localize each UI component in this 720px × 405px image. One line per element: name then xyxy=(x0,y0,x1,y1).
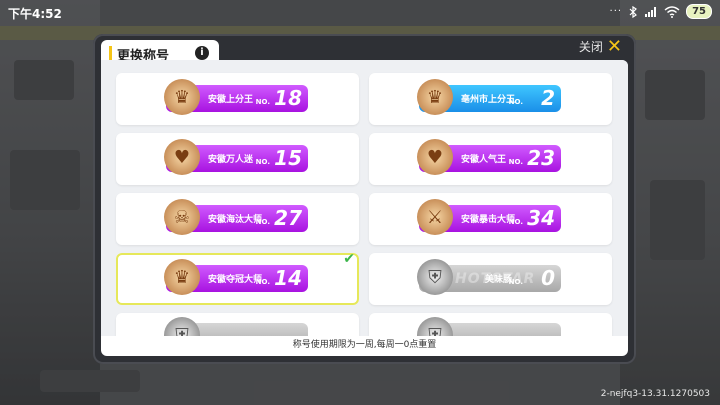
rank-prefix: NO. xyxy=(255,98,270,106)
title-accent-bar xyxy=(109,46,112,60)
title-badge: ⛨ xyxy=(417,317,561,336)
crown-icon: ♛ xyxy=(164,79,200,115)
title-badge: ⚔ 安徽暴击大师 NO. 34 xyxy=(417,199,561,235)
crown-icon: ♛ xyxy=(417,79,453,115)
title-card[interactable]: ♛ 安徽上分王 NO. 18 xyxy=(116,73,359,125)
title-card[interactable]: ♥ 安徽万人迷 NO. 15 xyxy=(116,133,359,185)
title-grid[interactable]: ♛ 安徽上分王 NO. 18 ♛ 亳州市上分王 NO. 2 ♥ 安徽万人迷 NO… xyxy=(101,60,628,336)
checkmark-icon: ✔ xyxy=(343,251,355,267)
title-card[interactable]: ⛨ xyxy=(369,313,612,336)
rank-prefix: NO. xyxy=(508,278,523,286)
title-name: 安徽夺冠大师 xyxy=(208,275,263,285)
title-badge: ♛ 亳州市上分王 NO. 2 xyxy=(417,79,561,115)
rank-number: 0 xyxy=(541,266,555,290)
title-card-selected[interactable]: ✔ ♛ 安徽夺冠大师 NO. 14 xyxy=(116,251,359,305)
title-name: 安徽海汰大师 xyxy=(208,215,263,225)
info-icon[interactable]: i xyxy=(195,46,209,60)
title-name: 安徽暴击大师 xyxy=(461,215,516,225)
title-badge: ⛨ xyxy=(164,317,308,336)
cell-signal-icon xyxy=(645,6,657,17)
close-label: 关闭 xyxy=(578,40,603,54)
rank-prefix: NO. xyxy=(255,218,270,226)
title-badge: ♥ 安徽万人迷 NO. 15 xyxy=(164,139,308,175)
rank-prefix: NO. xyxy=(508,218,523,226)
title-name: 亳州市上分王 xyxy=(461,95,516,105)
status-time: 下午4:52 xyxy=(8,7,62,21)
title-name: 安徽上分王 xyxy=(208,95,254,105)
heart-icon: ♥ xyxy=(417,139,453,175)
title-card[interactable]: ☠ 安徽海汰大师 NO. 27 xyxy=(116,193,359,245)
title-card[interactable]: ♛ 亳州市上分王 NO. 2 xyxy=(369,73,612,125)
crown-icon: ♛ xyxy=(164,259,200,295)
status-bar: 下午4:52 ··· 75 xyxy=(0,0,720,26)
close-icon: ✕ xyxy=(606,35,622,57)
rank-prefix: NO. xyxy=(508,98,523,106)
bluetooth-icon xyxy=(629,5,638,18)
title-card[interactable]: ⚔ 安徽暴击大师 NO. 34 xyxy=(369,193,612,245)
title-name: 安徽人气王 xyxy=(461,155,507,165)
title-badge: ♥ 安徽人气王 NO. 23 xyxy=(417,139,561,175)
title-badge: ⛨ HOTSTAR 美味肠 NO. 0 xyxy=(417,259,561,295)
title-change-dialog: 更换称号 i 关闭 ✕ ♛ 安徽上分王 NO. 18 ♛ 亳州市上分王 NO. … xyxy=(93,34,636,364)
wifi-icon xyxy=(664,5,680,18)
title-badge: ☠ 安徽海汰大师 NO. 27 xyxy=(164,199,308,235)
rank-prefix: NO. xyxy=(508,158,523,166)
skull-icon: ☠ xyxy=(164,199,200,235)
notification-dots: ··· xyxy=(609,6,623,17)
heart-icon: ♥ xyxy=(164,139,200,175)
rank-prefix: NO. xyxy=(255,278,270,286)
shield-icon: ⛨ xyxy=(417,317,453,336)
rank-number: 34 xyxy=(527,206,555,230)
rank-number: 2 xyxy=(541,86,555,110)
rank-prefix: NO. xyxy=(255,158,270,166)
shield-icon: ⛨ xyxy=(417,259,453,295)
close-button[interactable]: 关闭 ✕ xyxy=(578,35,622,57)
title-name: 安徽万人迷 xyxy=(208,155,254,165)
sword-icon: ⚔ xyxy=(417,199,453,235)
rank-number: 23 xyxy=(527,146,555,170)
shield-icon: ⛨ xyxy=(164,317,200,336)
title-card[interactable]: ⛨ HOTSTAR 美味肠 NO. 0 xyxy=(369,253,612,305)
battery-indicator: 75 xyxy=(686,4,712,19)
title-list-panel: ♛ 安徽上分王 NO. 18 ♛ 亳州市上分王 NO. 2 ♥ 安徽万人迷 NO… xyxy=(101,60,628,356)
status-icons: ··· 75 xyxy=(610,4,712,19)
rank-number: 18 xyxy=(274,86,302,110)
rank-number: 15 xyxy=(274,146,302,170)
footer-note: 称号使用期限为一周,每周一0点重置 xyxy=(292,340,437,350)
rank-number: 14 xyxy=(274,266,302,290)
title-card[interactable]: ♥ 安徽人气王 NO. 23 xyxy=(369,133,612,185)
rank-number: 27 xyxy=(274,206,302,230)
title-badge: ♛ 安徽夺冠大师 NO. 14 xyxy=(164,259,308,295)
title-badge: ♛ 安徽上分王 NO. 18 xyxy=(164,79,308,115)
version-text: 2-nejfq3-13.31.1270503 xyxy=(600,389,710,399)
title-card[interactable]: ⛨ xyxy=(116,313,359,336)
